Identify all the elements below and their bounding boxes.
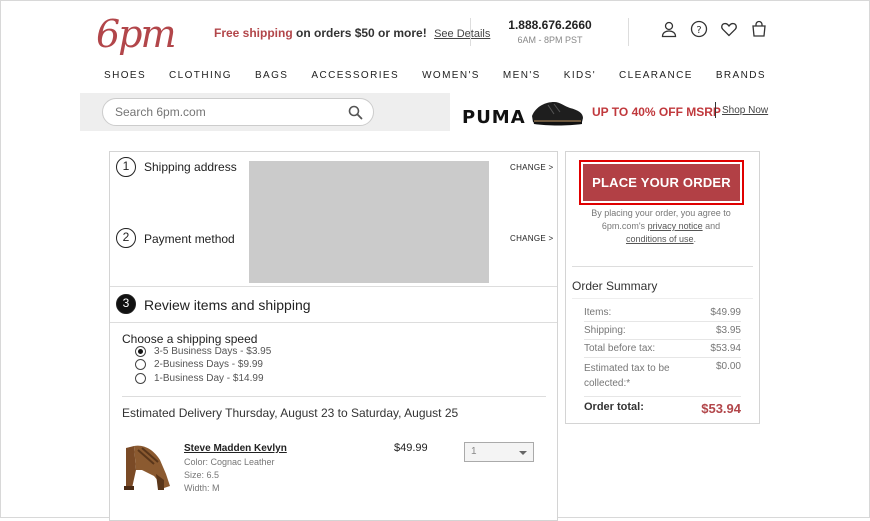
ad-divider [715,102,716,118]
speed-option-1day[interactable]: 1-Business Day - $14.99 [135,373,264,384]
see-details-link[interactable]: See Details [434,28,490,40]
chevron-down-icon [519,451,527,455]
summary-label: Estimated tax to be collected:* [584,363,670,389]
payment-method-label: Payment method [144,232,235,246]
search-input[interactable] [115,105,335,119]
svg-text:?: ? [696,25,701,36]
ad-headline: UP TO 40% OFF MSRP [592,105,721,119]
promo-text: on orders $50 or more! [292,26,427,40]
header-icons: ? [660,20,768,38]
order-summary-title: Order Summary [572,279,658,293]
summary-value: $0.00 [715,361,741,372]
shipping-speed-title: Choose a shipping speed [122,332,258,346]
radio-button-selected[interactable] [135,346,146,357]
summary-row-shipping: Shipping: $3.95 [584,325,741,336]
step-1-number: 1 [116,157,136,177]
summary-value: $49.99 [710,307,741,318]
nav-kids[interactable]: KIDS' [564,70,596,81]
row-divider [584,396,741,397]
product-width: Width: M [184,483,220,493]
product-name-link[interactable]: Steve Madden Kevlyn [184,443,287,454]
order-total-value: $53.94 [701,401,741,416]
user-icon[interactable] [660,20,678,38]
header-divider [470,18,471,46]
nav-accessories[interactable]: ACCESSORIES [311,70,399,81]
privacy-notice-link[interactable]: privacy notice [648,221,703,231]
redacted-details [249,161,489,283]
header-divider [628,18,629,46]
radio-button[interactable] [135,359,146,370]
row-divider [584,339,741,340]
radio-button[interactable] [135,373,146,384]
summary-label: Shipping: [584,325,626,336]
promo-highlight: Free shipping [214,26,293,40]
search-icon[interactable] [348,105,363,120]
row-divider [584,321,741,322]
puma-logo: PUMA [462,107,526,128]
product-price: $49.99 [394,442,428,454]
speed-option-label: 1-Business Day - $14.99 [154,373,264,384]
agreement-text: By placing your order, you agree to 6pm.… [582,207,740,246]
step-3-number: 3 [116,294,136,314]
summary-label: Items: [584,307,612,318]
speed-option-standard[interactable]: 3-5 Business Days - $3.95 [135,346,271,357]
section-divider [110,286,557,287]
change-payment-link[interactable]: CHANGE > [510,234,554,243]
section-divider [110,322,557,323]
nav-brands[interactable]: BRANDS [716,70,766,81]
summary-row-tax: Estimated tax to be collected:* $0.00 [584,361,741,391]
review-items-label: Review items and shipping [144,297,311,313]
summary-row-subtotal: Total before tax: $53.94 [584,343,741,354]
summary-value: $53.94 [710,343,741,354]
product-color: Color: Cognac Leather [184,457,275,467]
main-nav: SHOES CLOTHING BAGS ACCESSORIES WOMEN'S … [104,70,766,81]
phone-number[interactable]: 1.888.676.2660 [488,18,612,32]
product-size: Size: 6.5 [184,470,220,480]
summary-value: $3.95 [715,325,741,336]
summary-label: Total before tax: [584,343,656,354]
summary-divider [572,266,753,267]
summary-divider [572,298,753,299]
agreement-period: . [693,234,697,244]
conditions-of-use-link[interactable]: conditions of use [626,234,694,244]
phone-hours: 6AM - 8PM PST [517,35,583,45]
nav-mens[interactable]: MEN'S [503,70,541,81]
search-box[interactable] [102,98,374,126]
nav-clearance[interactable]: CLEARANCE [619,70,693,81]
summary-row-total: Order total: $53.94 [584,401,741,416]
speed-option-label: 3-5 Business Days - $3.95 [154,346,272,357]
quantity-select[interactable]: 1 [464,442,534,462]
sneaker-image [532,102,583,126]
free-shipping-promo: Free shipping on orders $50 or more! See… [214,26,490,40]
shop-now-link[interactable]: Shop Now [722,105,768,116]
product-image[interactable] [120,440,176,494]
place-order-button[interactable]: PLACE YOUR ORDER [583,164,740,201]
nav-clothing[interactable]: CLOTHING [169,70,232,81]
phone-block: 1.888.676.2660 6AM - 8PM PST [488,18,612,45]
agreement-and: and [705,221,721,231]
order-total-label: Order total: [584,401,644,413]
quantity-value: 1 [471,446,477,457]
nav-shoes[interactable]: SHOES [104,70,146,81]
row-divider [584,357,741,358]
help-icon[interactable]: ? [690,20,708,38]
speed-option-label: 2-Business Days - $9.99 [154,359,263,370]
speed-option-2day[interactable]: 2-Business Days - $9.99 [135,359,263,370]
nav-bags[interactable]: BAGS [255,70,288,81]
section-divider [122,396,546,397]
shipping-address-label: Shipping address [144,160,237,174]
step-2-number: 2 [116,228,136,248]
summary-row-items: Items: $49.99 [584,307,741,318]
estimated-delivery: Estimated Delivery Thursday, August 23 t… [122,406,459,420]
logo[interactable]: 6pm [96,12,177,56]
cart-icon[interactable] [750,20,768,38]
heart-icon[interactable] [720,20,738,38]
nav-womens[interactable]: WOMEN'S [422,70,480,81]
change-shipping-link[interactable]: CHANGE > [510,163,554,172]
